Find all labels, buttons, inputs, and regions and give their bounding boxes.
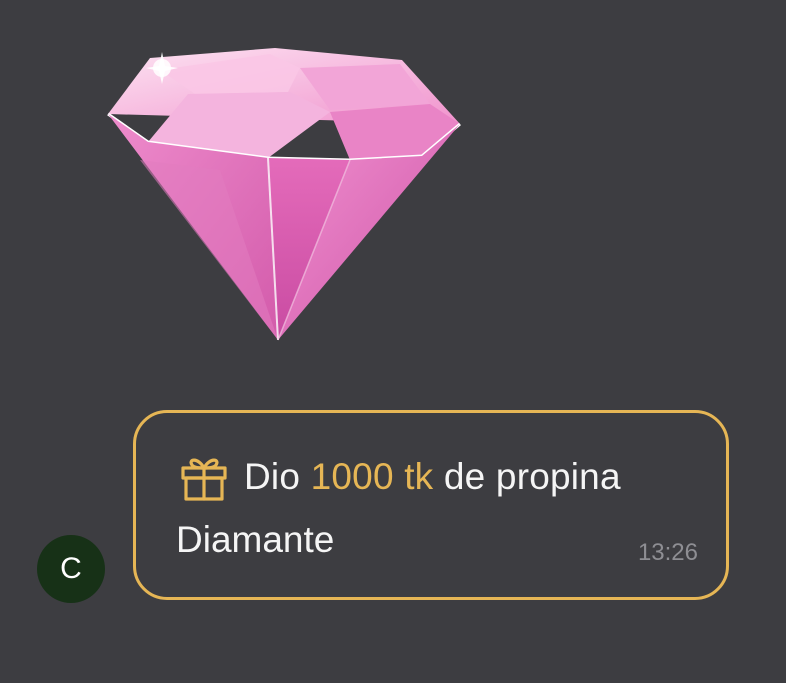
avatar[interactable]: C <box>37 535 105 603</box>
gift-prefix: Dio <box>244 456 301 497</box>
chat-screen: C Dio 1000 tk de propina Diamante 13:26 <box>0 0 786 683</box>
gift-suffix: de propina <box>443 456 621 497</box>
gift-text: Dio 1000 tk de propina <box>244 456 621 498</box>
avatar-initial: C <box>60 552 82 585</box>
gift-icon <box>178 451 230 503</box>
diamond-sticker[interactable] <box>100 40 470 350</box>
pink-diamond-icon <box>107 48 461 341</box>
gift-name: Diamante <box>176 519 335 560</box>
gift-message-bubble[interactable]: Dio 1000 tk de propina Diamante 13:26 <box>133 410 729 600</box>
message-timestamp: 13:26 <box>637 539 698 566</box>
gift-amount: 1000 tk <box>310 456 434 497</box>
gift-summary: Dio 1000 tk de propina <box>178 451 621 503</box>
